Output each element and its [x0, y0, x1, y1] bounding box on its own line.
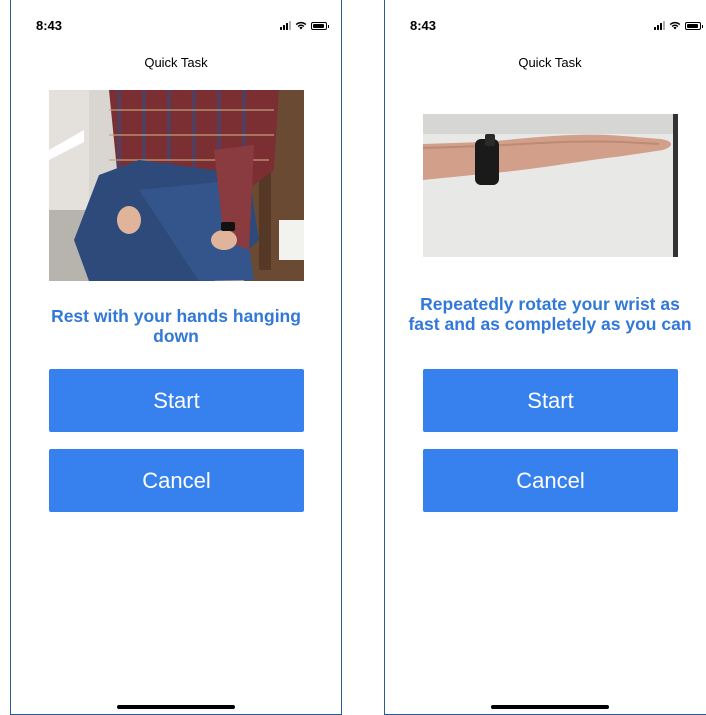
- start-button[interactable]: Start: [49, 369, 304, 432]
- start-button[interactable]: Start: [423, 369, 678, 432]
- nav-title: Quick Task: [518, 55, 582, 70]
- signal-icon: [654, 21, 665, 30]
- home-indicator[interactable]: [491, 705, 609, 709]
- wifi-icon: [669, 21, 681, 30]
- cancel-button[interactable]: Cancel: [49, 449, 304, 512]
- phone-screen-rest: 8:43 Quick Task Rest with your hands han…: [10, 0, 342, 715]
- screenshot-canvas: 8:43 Quick Task Rest with your hands han…: [0, 0, 706, 715]
- cancel-button[interactable]: Cancel: [423, 449, 678, 512]
- battery-icon: [311, 22, 329, 30]
- instruction-text: Rest with your hands hanging down: [51, 306, 301, 346]
- status-bar: 8:43: [11, 18, 341, 36]
- status-icons: [654, 21, 703, 30]
- status-time: 8:43: [36, 18, 63, 33]
- instruction-photo-seated: [49, 90, 304, 281]
- battery-icon: [685, 22, 703, 30]
- instruction-photo-wrist: [423, 114, 678, 257]
- signal-icon: [280, 21, 291, 30]
- phone-screen-rotate: 8:43 Quick Task Repeatedly rotate your w…: [384, 0, 706, 715]
- status-bar: 8:43: [385, 18, 706, 36]
- wifi-icon: [295, 21, 307, 30]
- status-time: 8:43: [410, 18, 437, 33]
- home-indicator[interactable]: [117, 705, 235, 709]
- instruction-text: Repeatedly rotate your wrist as fast and…: [408, 294, 692, 334]
- status-icons: [280, 21, 329, 30]
- nav-title: Quick Task: [144, 55, 208, 70]
